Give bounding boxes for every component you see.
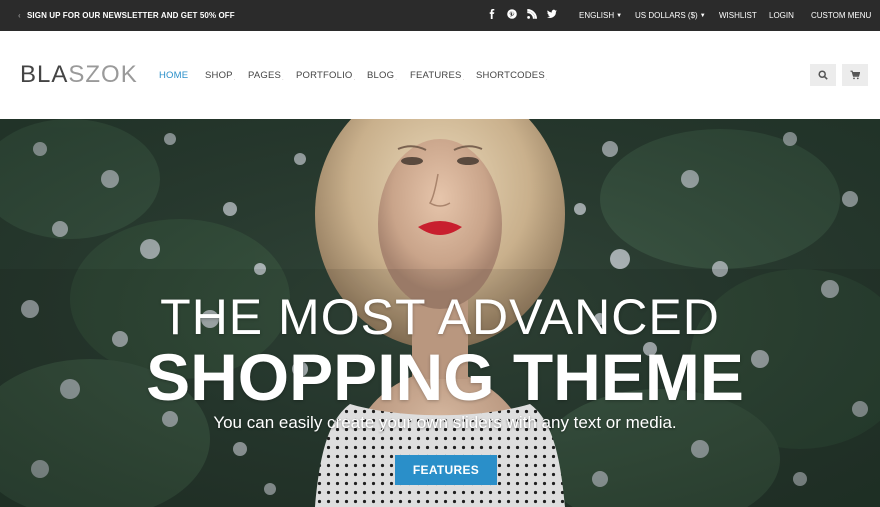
nav-item-blog[interactable]: BLOG. [367, 70, 397, 82]
top-bar: ‹ SIGN UP FOR OUR NEWSLETTER AND GET 50%… [0, 0, 880, 31]
currency-label: US DOLLARS ($) [635, 11, 698, 20]
cart-icon [850, 70, 860, 80]
chevron-down-icon: ▼ [616, 13, 623, 19]
nav-item-shop[interactable]: SHOP. [205, 70, 236, 82]
dropdown-dot-icon: . [395, 76, 398, 82]
nav-item-label: PORTFOLIO [296, 70, 353, 81]
hero-title-line-2: SHOPPING THEME [146, 340, 744, 414]
nav-item-home[interactable]: HOME [159, 70, 188, 81]
nav-item-pages[interactable]: PAGES. [248, 70, 284, 82]
dropdown-dot-icon: . [353, 76, 356, 82]
search-button[interactable] [810, 64, 836, 86]
nav-item-label: BLOG [367, 70, 395, 81]
dropdown-dot-icon: . [233, 76, 236, 82]
wishlist-link[interactable]: WISHLIST [719, 11, 757, 20]
nav-item-label: PAGES [248, 70, 282, 81]
currency-selector[interactable]: US DOLLARS ($) ▼ [635, 11, 706, 20]
nav-item-shortcodes[interactable]: SHORTCODES. [476, 70, 548, 82]
nav-item-features[interactable]: FEATURES. [410, 70, 464, 82]
site-header: BLASZOK HOME SHOP. PAGES. PORTFOLIO. BLO… [0, 31, 880, 119]
search-icon [818, 70, 828, 80]
custom-menu-link[interactable]: CUSTOM MENU [811, 11, 871, 20]
nav-item-portfolio[interactable]: PORTFOLIO. [296, 70, 355, 82]
features-button[interactable]: FEATURES [395, 455, 497, 485]
main-nav: HOME SHOP. PAGES. PORTFOLIO. BLOG. FEATU… [0, 70, 600, 84]
nav-item-label: SHORTCODES [476, 70, 545, 81]
dropdown-dot-icon: . [282, 76, 284, 82]
login-link[interactable]: LOGIN [769, 11, 794, 20]
hero-title-line-1: THE MOST ADVANCED [160, 289, 720, 345]
language-selector[interactable]: ENGLISH ▼ [579, 11, 622, 20]
nav-item-label: SHOP [205, 70, 233, 81]
cart-button[interactable] [842, 64, 868, 86]
chevron-down-icon: ▼ [699, 13, 706, 19]
dropdown-dot-icon: . [545, 76, 548, 82]
top-nav: ENGLISH ▼ US DOLLARS ($) ▼ WISHLIST LOGIN … [0, 11, 880, 23]
language-label: ENGLISH [579, 11, 615, 20]
nav-item-label: FEATURES [410, 70, 462, 81]
hero-slider: THE MOST ADVANCED SHOPPING THEME You can… [0, 119, 880, 507]
hero-subtitle: You can easily create your own sliders w… [213, 413, 677, 432]
dropdown-dot-icon: . [462, 76, 465, 82]
